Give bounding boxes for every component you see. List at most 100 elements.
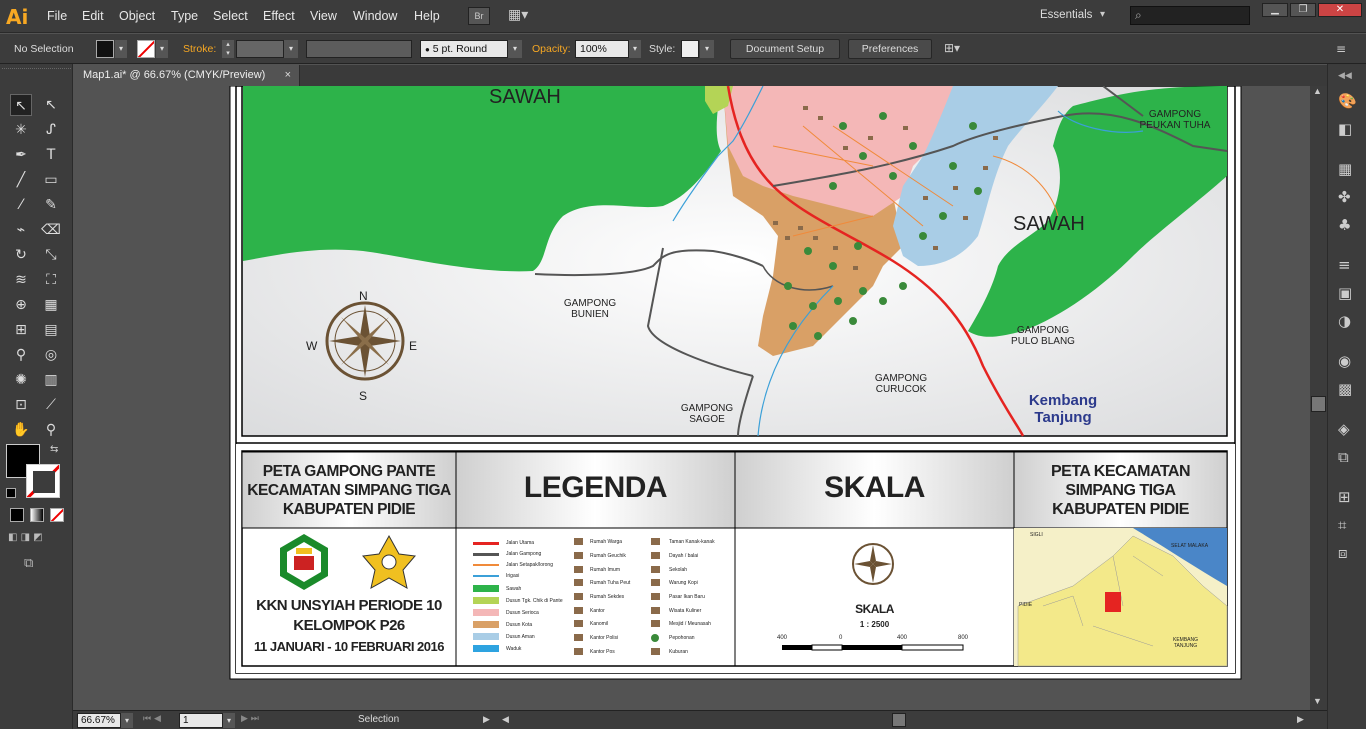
stroke-swatch[interactable]: [137, 40, 155, 58]
style-swatch[interactable]: [681, 40, 699, 58]
stroke-color-box[interactable]: [26, 464, 60, 498]
artboard-tool-icon[interactable]: ⊡: [10, 394, 32, 416]
arrange-documents-icon[interactable]: ▦▾: [508, 7, 536, 25]
stroke-weight-chevron-icon[interactable]: ▾: [284, 40, 298, 58]
symbols-panel-icon[interactable]: ♣: [1338, 216, 1351, 234]
menu-effect[interactable]: Effect: [263, 9, 295, 23]
arrange-icon[interactable]: ⊞▾: [944, 41, 970, 59]
perspective-grid-tool-icon[interactable]: ▦: [40, 294, 62, 316]
swap-colors-icon[interactable]: ⇆: [50, 444, 58, 455]
fill-swatch[interactable]: [96, 40, 114, 58]
scroll-right-icon[interactable]: ▶: [1297, 714, 1304, 725]
gradient-tool-icon[interactable]: ▤: [40, 319, 62, 341]
direct-selection-tool-icon[interactable]: ↖: [40, 94, 62, 116]
gradient-mode-icon[interactable]: [30, 508, 44, 522]
eraser-tool-icon[interactable]: ⌫: [40, 219, 62, 241]
graphic-styles-panel-icon[interactable]: ▩: [1338, 380, 1352, 398]
stroke-weight-input[interactable]: [236, 40, 284, 58]
free-transform-tool-icon[interactable]: ⛶: [40, 269, 62, 291]
scroll-left-icon[interactable]: ◀: [502, 714, 509, 725]
brush-chevron-icon[interactable]: ▾: [508, 40, 522, 58]
swatches-panel-icon[interactable]: ▦: [1338, 160, 1352, 178]
rectangle-tool-icon[interactable]: ▭: [40, 169, 62, 191]
pathfinder-panel-icon[interactable]: ⧈: [1338, 544, 1348, 562]
document-setup-button[interactable]: Document Setup: [730, 39, 840, 59]
appearance-panel-icon[interactable]: ◉: [1338, 352, 1351, 370]
brush-definition[interactable]: ● 5 pt. Round: [420, 40, 508, 58]
minimize-button[interactable]: ▁: [1262, 3, 1288, 17]
warp-tool-icon[interactable]: ≋: [10, 269, 32, 291]
menu-type[interactable]: Type: [171, 9, 198, 23]
document-tab-close-icon[interactable]: ×: [285, 65, 291, 86]
opacity-chevron-icon[interactable]: ▾: [629, 40, 641, 58]
first-artboard-icon[interactable]: ⏮ ◀: [143, 714, 161, 724]
menu-select[interactable]: Select: [213, 9, 248, 23]
rotate-tool-icon[interactable]: ↻: [10, 244, 32, 266]
menu-file[interactable]: File: [47, 9, 67, 23]
scroll-down-icon[interactable]: ▼: [1313, 696, 1322, 706]
zoom-tool-icon[interactable]: ⚲: [40, 419, 62, 441]
gradient-panel-icon[interactable]: ▣: [1338, 284, 1352, 302]
preferences-button[interactable]: Preferences: [848, 39, 932, 59]
transparency-panel-icon[interactable]: ◑: [1338, 312, 1351, 330]
menu-object[interactable]: Object: [119, 9, 155, 23]
tools-grip[interactable]: [2, 68, 71, 71]
close-button[interactable]: ✕: [1318, 3, 1362, 17]
workspace-switcher[interactable]: Essentials: [1040, 9, 1092, 21]
align-panel-icon[interactable]: ⊞: [1338, 488, 1351, 506]
artboard-input[interactable]: 1: [179, 713, 223, 728]
magic-wand-tool-icon[interactable]: ✳: [10, 119, 32, 141]
none-mode-icon[interactable]: [50, 508, 64, 522]
horizontal-scrollbar[interactable]: ◀ ▶: [500, 712, 1310, 728]
scroll-up-icon[interactable]: ▲: [1313, 86, 1322, 96]
style-chevron-icon[interactable]: ▾: [700, 40, 714, 58]
vertical-scrollbar[interactable]: ▲ ▼: [1310, 86, 1327, 710]
pencil-tool-icon[interactable]: ✎: [40, 194, 62, 216]
mesh-tool-icon[interactable]: ⊞: [10, 319, 32, 341]
stroke-panel-icon[interactable]: ≡: [1338, 256, 1351, 274]
stroke-dropdown-icon[interactable]: ▾: [156, 40, 168, 58]
dock-collapse-icon[interactable]: ◀◀: [1338, 70, 1352, 81]
menu-help[interactable]: Help: [414, 9, 440, 23]
menu-window[interactable]: Window: [353, 9, 397, 23]
selection-tool-icon[interactable]: ↖: [10, 94, 32, 116]
brushes-panel-icon[interactable]: ✤: [1338, 188, 1351, 206]
hand-tool-icon[interactable]: ✋: [10, 419, 32, 441]
restore-button[interactable]: ❐: [1290, 3, 1316, 17]
column-graph-tool-icon[interactable]: ▥: [40, 369, 62, 391]
color-panel-icon[interactable]: 🎨: [1338, 92, 1357, 110]
transform-panel-icon[interactable]: ⌗: [1338, 516, 1346, 534]
scale-tool-icon[interactable]: ⤡: [40, 244, 62, 266]
menu-edit[interactable]: Edit: [82, 9, 104, 23]
search-input[interactable]: ⌕: [1130, 6, 1250, 25]
workspace-chevron-icon[interactable]: ▾: [1100, 9, 1105, 20]
canvas-area[interactable]: SAWAH SAWAH GAMPONG PEUKAN TUHA GAMPONG BU…: [73, 86, 1310, 710]
menu-view[interactable]: View: [310, 9, 337, 23]
vertical-scroll-thumb[interactable]: [1311, 396, 1326, 412]
artboards-panel-icon[interactable]: ⧉: [1338, 448, 1349, 466]
paintbrush-tool-icon[interactable]: ⁄: [10, 194, 32, 216]
stroke-stepper[interactable]: ▴ ▾: [222, 40, 234, 58]
last-artboard-icon[interactable]: ▶ ⏭: [241, 714, 259, 724]
opacity-input[interactable]: 100%: [575, 40, 629, 58]
eyedropper-tool-icon[interactable]: ⚲: [10, 344, 32, 366]
color-guide-panel-icon[interactable]: ◧: [1338, 120, 1352, 138]
pen-tool-icon[interactable]: ✒: [10, 144, 32, 166]
default-colors-icon[interactable]: [6, 488, 16, 498]
opacity-label[interactable]: Opacity:: [532, 43, 571, 55]
drawing-modes-icon[interactable]: ◧ ◨ ◩: [8, 532, 66, 546]
fill-dropdown-icon[interactable]: ▾: [115, 40, 127, 58]
zoom-chevron-icon[interactable]: ▾: [121, 713, 133, 728]
artboard-chevron-icon[interactable]: ▾: [223, 713, 235, 728]
line-tool-icon[interactable]: ╱: [10, 169, 32, 191]
symbol-sprayer-tool-icon[interactable]: ✺: [10, 369, 32, 391]
slice-tool-icon[interactable]: ⟋: [40, 394, 62, 416]
bridge-button[interactable]: Br: [468, 7, 490, 25]
screen-mode-icon[interactable]: ⧉: [24, 556, 46, 572]
horizontal-scroll-thumb[interactable]: [892, 713, 906, 727]
blob-brush-tool-icon[interactable]: ⌁: [10, 219, 32, 241]
zoom-input[interactable]: 66.67%: [77, 713, 121, 728]
lasso-tool-icon[interactable]: ᔑ: [40, 119, 62, 141]
type-tool-icon[interactable]: T: [40, 144, 62, 166]
panel-menu-icon[interactable]: ≡: [1336, 42, 1352, 56]
